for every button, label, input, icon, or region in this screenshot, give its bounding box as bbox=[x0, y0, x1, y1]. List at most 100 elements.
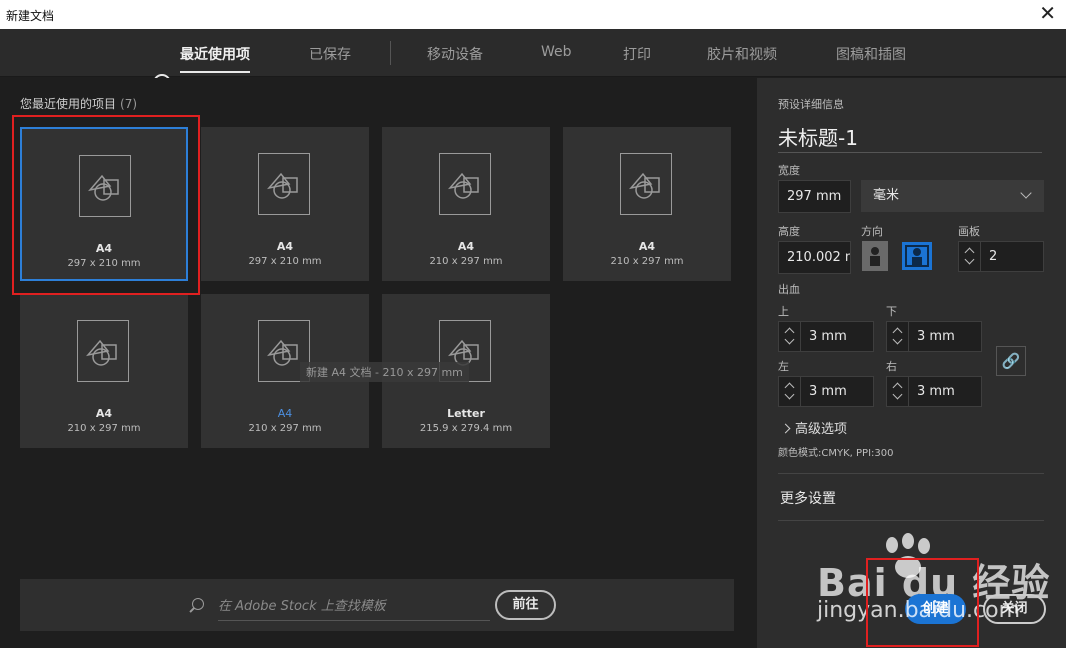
advanced-options-toggle[interactable]: 高级选项 bbox=[780, 418, 848, 437]
artboards-label: 画板 bbox=[958, 225, 980, 238]
more-settings-button[interactable]: 更多设置 bbox=[780, 488, 836, 508]
document-shapes-icon bbox=[439, 153, 491, 215]
stepper-arrows[interactable] bbox=[959, 242, 981, 271]
advanced-options-label: 高级选项 bbox=[795, 422, 848, 437]
preset-name: A4 bbox=[95, 242, 113, 255]
tab-mobile[interactable]: 移动设备 bbox=[427, 44, 483, 64]
create-button[interactable]: 创建 bbox=[905, 594, 966, 624]
divider bbox=[778, 473, 1044, 474]
tab-label: 已保存 bbox=[309, 47, 351, 63]
chevron-right-icon bbox=[780, 423, 791, 434]
color-mode-info: 颜色模式:CMYK, PPI:300 bbox=[778, 448, 894, 459]
tab-label: 移动设备 bbox=[427, 47, 483, 63]
preset-dimensions: 215.9 x 279.4 mm bbox=[419, 423, 513, 434]
bleed-right-stepper[interactable]: 3 mm bbox=[886, 376, 982, 407]
stock-search-input[interactable] bbox=[218, 593, 490, 621]
width-field[interactable]: 297 mm bbox=[778, 180, 851, 213]
arrow-down-icon bbox=[892, 389, 903, 400]
person-head bbox=[913, 248, 921, 256]
bleed-left-value: 3 mm bbox=[809, 384, 847, 399]
bleed-left-stepper[interactable]: 3 mm bbox=[778, 376, 874, 407]
document-shapes-icon bbox=[79, 155, 131, 217]
link-icon[interactable]: 🔗 bbox=[996, 346, 1026, 376]
recent-title-text: 您最近使用的项目 bbox=[20, 97, 117, 111]
category-tabs: 最近使用项 已保存 移动设备 Web 打印 胶片和视频 图稿和插图 bbox=[0, 29, 1066, 92]
preset-card-3[interactable]: A4 210 x 297 mm bbox=[382, 127, 550, 281]
stepper-arrows[interactable] bbox=[779, 322, 801, 351]
bleed-right-value: 3 mm bbox=[917, 384, 955, 399]
unit-value: 毫米 bbox=[873, 188, 900, 203]
preset-dimensions: 297 x 210 mm bbox=[67, 258, 141, 269]
window-title: 新建文档 bbox=[6, 9, 55, 23]
document-shapes-icon bbox=[258, 153, 310, 215]
tab-label: 最近使用项 bbox=[180, 47, 250, 63]
active-tab-underline bbox=[180, 71, 250, 73]
portrait-orientation-icon[interactable] bbox=[862, 241, 888, 271]
unit-dropdown[interactable]: 毫米 bbox=[861, 180, 1044, 212]
preset-card-2[interactable]: A4 297 x 210 mm bbox=[201, 127, 369, 281]
tab-art-illustration[interactable]: 图稿和插图 bbox=[836, 44, 906, 64]
recent-count: (7) bbox=[120, 97, 138, 111]
preset-name: A4 bbox=[277, 407, 293, 420]
close-button[interactable]: 关闭 bbox=[983, 594, 1046, 624]
document-shapes-icon bbox=[620, 153, 672, 215]
arrow-down-icon bbox=[784, 334, 795, 345]
tab-recent[interactable]: 最近使用项 bbox=[180, 44, 250, 73]
tab-divider bbox=[390, 41, 391, 65]
height-label: 高度 bbox=[778, 225, 800, 238]
arrow-down-icon bbox=[964, 254, 975, 265]
artboards-stepper[interactable]: 2 bbox=[958, 241, 1044, 272]
stepper-arrows[interactable] bbox=[779, 377, 801, 406]
person-head bbox=[871, 247, 879, 255]
width-label: 宽度 bbox=[778, 164, 800, 177]
preset-dimensions: 297 x 210 mm bbox=[248, 256, 322, 267]
stepper-arrows[interactable] bbox=[887, 377, 909, 406]
document-shapes-icon bbox=[77, 320, 129, 382]
window-titlebar: 新建文档 ✕ bbox=[0, 0, 1066, 29]
bleed-left-label: 左 bbox=[778, 360, 789, 373]
preset-dimensions: 210 x 297 mm bbox=[67, 423, 141, 434]
bleed-top-value: 3 mm bbox=[809, 329, 847, 344]
preset-name: Letter bbox=[447, 407, 485, 420]
preset-name: A4 bbox=[276, 240, 294, 253]
landscape-orientation-icon[interactable] bbox=[902, 242, 932, 270]
artboards-value: 2 bbox=[989, 249, 998, 264]
orientation-label: 方向 bbox=[861, 225, 883, 238]
preset-card-1[interactable]: A4 297 x 210 mm bbox=[20, 127, 188, 281]
arrow-down-icon bbox=[784, 389, 795, 400]
bleed-label: 出血 bbox=[778, 283, 800, 296]
bleed-right-label: 右 bbox=[886, 360, 897, 373]
stepper-arrows[interactable] bbox=[887, 322, 909, 351]
preset-name: A4 bbox=[457, 240, 475, 253]
preset-dimensions: 210 x 297 mm bbox=[429, 256, 503, 267]
preset-name: A4 bbox=[95, 407, 113, 420]
tab-print[interactable]: 打印 bbox=[623, 44, 651, 64]
go-button[interactable]: 前往 bbox=[495, 590, 556, 620]
card-tooltip: 新建 A4 文档 - 210 x 297 mm bbox=[300, 362, 469, 382]
person-body bbox=[912, 257, 922, 267]
tab-label: 图稿和插图 bbox=[836, 47, 906, 63]
tab-label: 胶片和视频 bbox=[707, 47, 777, 63]
divider bbox=[778, 520, 1044, 521]
preset-dimensions: 210 x 297 mm bbox=[610, 256, 684, 267]
bleed-top-stepper[interactable]: 3 mm bbox=[778, 321, 874, 352]
person-body bbox=[870, 256, 880, 266]
recent-section-title: 您最近使用的项目 (7) bbox=[20, 95, 137, 112]
bleed-bottom-value: 3 mm bbox=[917, 329, 955, 344]
tab-saved[interactable]: 已保存 bbox=[309, 44, 351, 64]
preset-card-5[interactable]: A4 210 x 297 mm bbox=[20, 294, 188, 448]
document-title-input[interactable] bbox=[778, 121, 1042, 153]
chevron-down-icon bbox=[1020, 187, 1032, 199]
tab-film-video[interactable]: 胶片和视频 bbox=[707, 44, 777, 64]
tab-label: 打印 bbox=[623, 47, 651, 63]
bleed-bottom-label: 下 bbox=[886, 305, 897, 318]
tab-web[interactable]: Web bbox=[541, 44, 572, 60]
close-icon[interactable]: ✕ bbox=[1039, 2, 1056, 24]
preset-card-4[interactable]: A4 210 x 297 mm bbox=[563, 127, 731, 281]
height-field[interactable]: 210.002 mm bbox=[778, 241, 851, 274]
stock-search-bar: 前往 bbox=[20, 579, 734, 631]
arrow-down-icon bbox=[892, 334, 903, 345]
bleed-bottom-stepper[interactable]: 3 mm bbox=[886, 321, 982, 352]
bleed-top-label: 上 bbox=[778, 305, 789, 318]
search-icon bbox=[192, 598, 204, 610]
